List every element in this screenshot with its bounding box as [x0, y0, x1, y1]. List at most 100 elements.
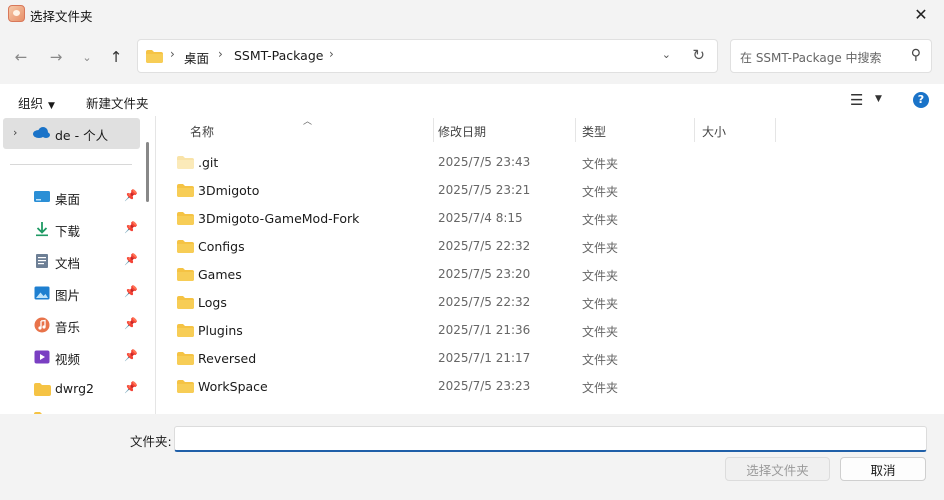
- navigation-bar: ← → ⌄ ↑ › 桌面 › SSMT-Package › ⌄ ↻ 在 SSMT…: [0, 28, 944, 84]
- sidebar-item-music[interactable]: 音乐 📌: [0, 311, 140, 339]
- table-row[interactable]: .git 2025/7/5 23:43 文件夹: [157, 148, 944, 176]
- file-date: 2025/7/5 22:32: [438, 239, 531, 253]
- file-name: 3Dmigoto: [198, 183, 260, 198]
- document-icon: [36, 254, 48, 268]
- breadcrumb-desktop[interactable]: 桌面: [184, 48, 209, 67]
- new-folder-button[interactable]: 新建文件夹: [86, 93, 149, 112]
- sidebar-item-onedrive[interactable]: › de - 个人: [3, 118, 140, 149]
- arrow-left-icon: ←: [14, 48, 28, 66]
- file-type: 文件夹: [582, 241, 619, 255]
- title-bar: 选择文件夹 ✕: [0, 0, 944, 28]
- address-bar[interactable]: › 桌面 › SSMT-Package › ⌄ ↻: [137, 39, 718, 73]
- folder-icon: [177, 240, 194, 253]
- table-row[interactable]: WorkSpace 2025/7/5 23:23 文件夹: [157, 372, 944, 400]
- picture-icon: [34, 286, 50, 300]
- column-header-date[interactable]: 修改日期: [434, 116, 575, 144]
- sidebar-item-dwrg2[interactable]: dwrg2 📌: [0, 375, 140, 403]
- arrow-right-icon: →: [49, 48, 63, 66]
- sidebar-item-downloads[interactable]: 下载 📌: [0, 215, 140, 243]
- close-icon: ✕: [914, 4, 928, 24]
- onedrive-cloud-icon: [33, 127, 50, 138]
- video-icon: [34, 350, 50, 364]
- folder-icon: [177, 380, 194, 393]
- column-label: 修改日期: [438, 125, 487, 139]
- view-options-icon[interactable]: ☰: [850, 91, 863, 109]
- folder-icon: [177, 352, 194, 365]
- column-label: 类型: [582, 125, 607, 139]
- file-name: Configs: [198, 239, 245, 254]
- up-button[interactable]: ↑: [104, 45, 128, 69]
- caret-down-icon[interactable]: ▼: [875, 94, 882, 104]
- sidebar-item-label: 音乐: [55, 320, 81, 335]
- command-bar: 组织 ▼ 新建文件夹 ☰ ▼ ?: [0, 84, 944, 116]
- organize-menu[interactable]: 组织 ▼: [18, 93, 55, 112]
- breadcrumb-separator-icon[interactable]: ›: [170, 47, 175, 61]
- sidebar-item-label: 图片: [55, 288, 81, 303]
- pin-icon: 📌: [124, 221, 138, 234]
- file-name: Games: [198, 267, 242, 282]
- column-header-name[interactable]: 名称: [157, 116, 433, 144]
- pin-icon: 📌: [124, 253, 138, 266]
- forward-button[interactable]: →: [44, 45, 68, 69]
- file-type: 文件夹: [582, 269, 619, 283]
- table-row[interactable]: 3Dmigoto-GameMod-Fork 2025/7/4 8:15 文件夹: [157, 204, 944, 232]
- file-name: Plugins: [198, 323, 243, 338]
- file-type: 文件夹: [582, 325, 619, 339]
- sidebar-item-documents[interactable]: 文档 📌: [0, 247, 140, 275]
- file-type: 文件夹: [582, 157, 619, 171]
- file-date: 2025/7/5 23:23: [438, 379, 531, 393]
- file-date: 2025/7/5 22:32: [438, 295, 531, 309]
- close-button[interactable]: ✕: [898, 0, 944, 28]
- file-name: Logs: [198, 295, 227, 310]
- breadcrumb-separator-icon[interactable]: ›: [218, 47, 223, 61]
- recent-locations-button[interactable]: ⌄: [75, 45, 99, 69]
- select-folder-button[interactable]: 选择文件夹: [725, 457, 830, 481]
- sidebar-item-label: de - 个人: [55, 128, 109, 143]
- expand-chevron-icon[interactable]: ›: [13, 126, 17, 139]
- table-row[interactable]: 3Dmigoto 2025/7/5 23:21 文件夹: [157, 176, 944, 204]
- file-type: 文件夹: [582, 213, 619, 227]
- file-list[interactable]: ︿ 名称 修改日期 类型 大小 .git 2025/7/5 23:43 文件夹 3Dm…: [157, 116, 944, 414]
- dialog-footer: 文件夹: 选择文件夹 取消: [0, 414, 944, 500]
- pin-icon: 📌: [124, 349, 138, 362]
- file-date: 2025/7/4 8:15: [438, 211, 523, 225]
- search-icon: ⚲: [910, 47, 921, 63]
- refresh-icon[interactable]: ↻: [692, 46, 705, 64]
- sidebar-item-label: 桌面: [55, 192, 81, 207]
- help-icon[interactable]: ?: [913, 92, 929, 108]
- table-row[interactable]: Reversed 2025/7/1 21:17 文件夹: [157, 344, 944, 372]
- table-row[interactable]: Logs 2025/7/5 22:32 文件夹: [157, 288, 944, 316]
- desktop-icon: [34, 191, 50, 202]
- column-header-size[interactable]: 大小: [695, 116, 775, 144]
- sidebar-scrollbar[interactable]: [146, 142, 149, 202]
- folder-label: 文件夹:: [130, 434, 172, 449]
- search-box[interactable]: 在 SSMT-Package 中搜索 ⚲: [730, 39, 932, 73]
- file-name: Reversed: [198, 351, 257, 366]
- breadcrumb-separator-icon[interactable]: ›: [329, 47, 334, 61]
- column-header-type[interactable]: 类型: [576, 116, 694, 144]
- table-row[interactable]: Configs 2025/7/5 22:32 文件夹: [157, 232, 944, 260]
- back-button[interactable]: ←: [9, 45, 33, 69]
- column-divider[interactable]: [775, 118, 776, 142]
- sidebar-item-videos[interactable]: 视频 📌: [0, 343, 140, 371]
- folder-icon: [177, 324, 194, 337]
- folder-icon: [34, 383, 51, 396]
- column-label: 大小: [702, 125, 727, 139]
- file-name: WorkSpace: [198, 379, 268, 394]
- sidebar-item-desktop[interactable]: 桌面 📌: [0, 183, 140, 211]
- sidebar-item-partial[interactable]: [0, 407, 140, 414]
- file-date: 2025/7/1 21:36: [438, 323, 531, 337]
- file-date: 2025/7/1 21:17: [438, 351, 531, 365]
- file-name: 3Dmigoto-GameMod-Fork: [198, 211, 360, 226]
- file-name: .git: [198, 155, 219, 170]
- table-row[interactable]: Games 2025/7/5 23:20 文件夹: [157, 260, 944, 288]
- folder-input[interactable]: [174, 426, 927, 452]
- address-history-dropdown-icon[interactable]: ⌄: [662, 48, 671, 61]
- cancel-button[interactable]: 取消: [840, 457, 926, 481]
- navigation-pane[interactable]: › de - 个人 桌面 📌 下载 📌 文档 📌 图片 📌 音乐 📌 视频 📌: [0, 116, 156, 414]
- sidebar-item-label: 下载: [55, 224, 81, 239]
- download-icon: [36, 222, 48, 237]
- sidebar-item-pictures[interactable]: 图片 📌: [0, 279, 140, 307]
- table-row[interactable]: Plugins 2025/7/1 21:36 文件夹: [157, 316, 944, 344]
- breadcrumb-ssmt-package[interactable]: SSMT-Package: [234, 48, 323, 63]
